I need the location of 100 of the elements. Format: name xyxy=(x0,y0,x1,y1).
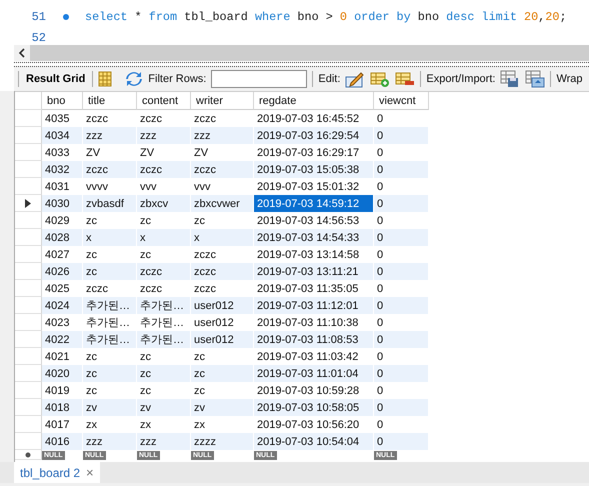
column-header[interactable]: writer xyxy=(191,92,254,110)
table-cell-text: zzz xyxy=(85,128,104,144)
table-cell-text: user012 xyxy=(193,316,235,330)
table-cell-text: 0 xyxy=(376,316,384,330)
current-row-icon xyxy=(25,198,31,208)
table-cell-text: 0 xyxy=(376,366,384,382)
import-icon[interactable] xyxy=(525,70,546,88)
column-header[interactable]: bno xyxy=(42,92,83,110)
table-cell-text: zc xyxy=(85,214,98,228)
table-cell-text: x xyxy=(85,230,92,246)
table-cell-text: 4020 xyxy=(44,366,70,382)
table-cell-text: zc xyxy=(85,366,98,382)
add-row-icon[interactable] xyxy=(370,70,390,88)
wrap-cell-label: Wrap xyxy=(556,73,583,85)
table-cell-text: zczc xyxy=(193,264,217,280)
table-cell-text: zczc xyxy=(193,282,217,296)
table-cell-text: user012 xyxy=(193,332,235,348)
refresh-icon[interactable] xyxy=(125,71,144,87)
table-cell-text: zczc xyxy=(139,162,163,178)
table-cell-text: zc xyxy=(85,350,98,364)
table-cell-text: zx xyxy=(139,418,152,432)
table-cell-text: 2019-07-03 11:01:04 xyxy=(256,366,360,382)
table-cell-text: 2019-07-03 16:45:52 xyxy=(256,112,360,126)
table-cell-text: vvvv xyxy=(85,180,109,194)
table-cell-text: 2019-07-03 14:54:33 xyxy=(256,230,360,246)
close-icon[interactable]: × xyxy=(86,465,94,480)
table-cell-text: vvv xyxy=(139,180,158,194)
table-cell-text: zc xyxy=(139,366,152,382)
table-cell-text: 2019-07-03 13:14:58 xyxy=(256,248,360,262)
table-cell-text: 2019-07-03 14:56:53 xyxy=(256,214,360,228)
table-cell-text: zc xyxy=(193,384,206,398)
result-grid-button[interactable]: Result Grid xyxy=(24,73,88,85)
table-cell-text: 2019-07-03 11:10:38 xyxy=(256,316,360,330)
edit-pencil-icon[interactable] xyxy=(345,70,366,88)
table-cell-text: 4034 xyxy=(44,128,70,144)
table-cell-text: 4031 xyxy=(44,180,70,194)
table-cell-text: 2019-07-03 11:12:01 xyxy=(256,298,360,314)
column-header[interactable]: title xyxy=(83,92,137,110)
result-tab[interactable]: tbl_board 2 × xyxy=(14,462,100,483)
column-header[interactable]: viewcnt xyxy=(374,92,429,110)
table-cell-text: zczc xyxy=(139,112,163,126)
table-cell-text: 2019-07-03 11:35:05 xyxy=(256,282,360,296)
table-cell-text: 0 xyxy=(376,128,384,144)
table-cell-text: 4027 xyxy=(44,248,70,262)
table-cell-text: 추가된… xyxy=(139,316,185,331)
table-cell-text: 2019-07-03 13:11:21 xyxy=(256,264,360,280)
table-cell-text: 0 xyxy=(376,162,384,178)
table-cell-text: zzz xyxy=(139,128,158,144)
table-cell-text: zc xyxy=(139,248,152,262)
table-cell-text: 4024 xyxy=(44,298,70,314)
table-cell-text: zczc xyxy=(139,282,163,296)
column-header[interactable]: regdate xyxy=(254,92,374,110)
table-cell-text: zzz xyxy=(193,128,212,144)
table-cell-text: 4030 xyxy=(44,196,70,212)
table-cell-text: zx xyxy=(193,418,206,432)
table-cell-text: 2019-07-03 10:56:20 xyxy=(256,418,360,432)
table-cell-text: 0 xyxy=(376,196,384,212)
delete-row-icon[interactable] xyxy=(395,70,416,88)
table-cell-text: 2019-07-03 10:58:05 xyxy=(256,400,360,416)
table-cell-text: x xyxy=(193,230,200,246)
table-cell-text: 0 xyxy=(376,282,384,296)
edit-label: Edit: xyxy=(318,73,340,85)
sql-code: select * from tbl_board where bno > 0 order by bno desc limit 20,20; xyxy=(85,10,567,24)
table-cell-text: 4016 xyxy=(44,434,70,450)
table-cell-text: 4017 xyxy=(44,418,70,432)
table-cell-text: 추가된… xyxy=(139,299,185,314)
column-header[interactable]: content xyxy=(137,92,191,110)
filter-rows-field[interactable] xyxy=(211,70,308,88)
table-cell-text: 4018 xyxy=(44,400,70,416)
table-cell-text: 4021 xyxy=(44,350,70,364)
table-cell-text: zczc xyxy=(85,162,109,178)
table-cell-text: 4033 xyxy=(44,146,70,160)
scroll-left-icon[interactable] xyxy=(18,48,26,58)
table-cell-text: zzzz xyxy=(193,434,217,450)
table-cell-text: zczc xyxy=(85,112,109,126)
table-cell-text: 추가된… xyxy=(85,333,131,348)
table-cell-text: 4022 xyxy=(44,332,70,348)
table-cell-text: zc xyxy=(139,214,152,228)
table-cell-text: vvv xyxy=(193,180,212,194)
table-cell-text: zczc xyxy=(85,282,109,296)
table-cell-text: 4029 xyxy=(44,214,70,228)
horizontal-scrollbar[interactable] xyxy=(14,45,589,61)
table-cell-text: 0 xyxy=(376,264,384,280)
line-number: 52 xyxy=(30,30,46,44)
table-cell-text: 0 xyxy=(376,214,384,228)
table-cell-text: 2019-07-03 11:08:53 xyxy=(256,332,360,348)
table-cell-text: 4026 xyxy=(44,264,70,280)
table-cell-text: ZV xyxy=(139,146,156,160)
columns-icon[interactable] xyxy=(98,71,112,87)
table-cell-text: 4032 xyxy=(44,162,70,178)
export-icon[interactable] xyxy=(500,70,520,88)
table-cell-text: 4023 xyxy=(44,316,70,330)
table-cell-text: zczc xyxy=(193,162,217,178)
table-cell-text: 4019 xyxy=(44,384,70,398)
table-cell-text: 0 xyxy=(376,248,384,262)
table-cell: 2019-07-03 14:59:12 xyxy=(254,195,373,212)
table-cell-text: 2019-07-03 15:01:32 xyxy=(256,180,360,194)
table-cell-text: zc xyxy=(85,248,98,262)
tab-label: tbl_board 2 xyxy=(20,466,80,480)
table-cell-text: ZV xyxy=(85,146,102,160)
